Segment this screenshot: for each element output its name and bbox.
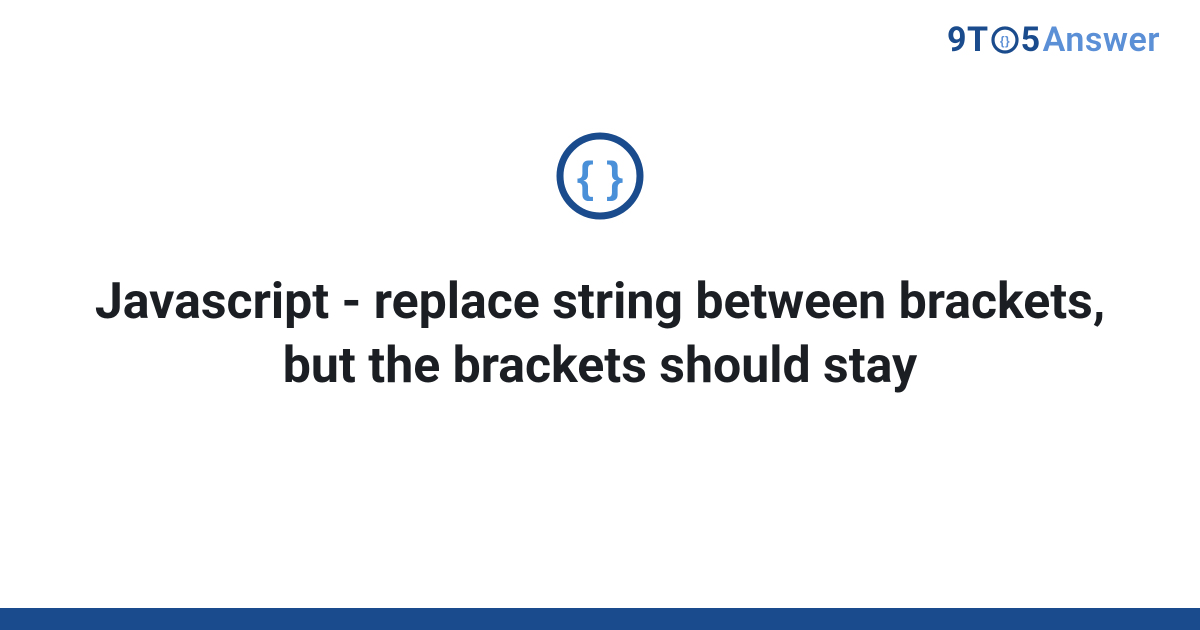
logo-part-5: 5 — [1021, 20, 1041, 60]
logo-o-icon: {} — [990, 25, 1020, 55]
logo-part-9: 9 — [947, 20, 967, 60]
site-logo: 9 T {} 5 Answer — [947, 20, 1160, 60]
logo-part-t: T — [967, 20, 989, 60]
svg-text:{ }: { } — [577, 153, 623, 202]
page-title: Javascript - replace string between brac… — [0, 270, 1200, 398]
svg-text:{}: {} — [999, 34, 1009, 48]
logo-part-answer: Answer — [1043, 20, 1160, 60]
curly-braces-icon: { } — [554, 130, 646, 226]
footer-bar — [0, 608, 1200, 630]
